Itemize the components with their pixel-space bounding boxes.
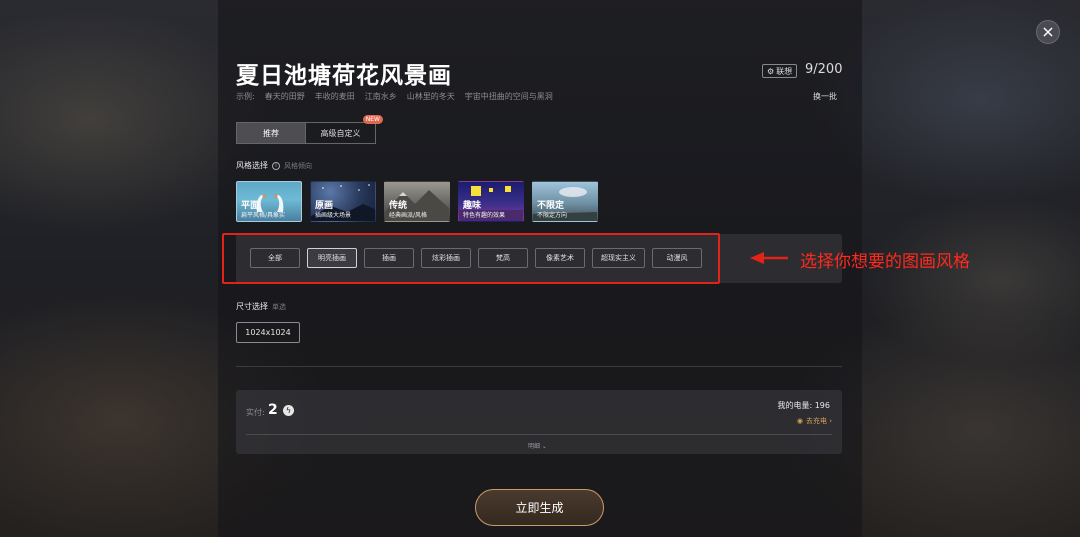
charge-link[interactable]: ◉ 去充电 › [797,416,832,426]
style-card-desc: 经典画派/风格 [389,212,428,219]
generate-button[interactable]: 立即生成 [475,489,604,526]
my-power: 我的电量: 196 [777,401,830,410]
cost-label: 实付: [246,408,265,417]
style-card-flat[interactable]: 平面 扁平风格/具象实 [236,181,302,222]
style-section-label: 风格选择 i 风格倾向 [236,160,312,171]
example-item[interactable]: 山林里的冬天 [407,91,455,102]
example-prompts: 示例: 春天的田野 丰收的麦田 江南水乡 山林里的冬天 宇宙中扭曲的空间与黑洞 [236,91,553,102]
size-sub-label: 单选 [272,302,286,311]
example-item[interactable]: 宇宙中扭曲的空间与黑洞 [465,91,553,102]
example-item[interactable]: 江南水乡 [365,91,397,102]
tab-recommend-label: 推荐 [263,128,279,138]
style-cards: 平面 扁平风格/具象实 原画 插画级大场景 传统 经典画派/风格 趣味 特色有趣… [236,181,598,222]
charge-link-label: 去充电 › [805,417,832,425]
close-icon [1043,27,1053,37]
example-item[interactable]: 春天的田野 [265,91,305,102]
info-icon[interactable]: i [272,161,280,170]
annotation-arrow-icon [750,252,788,264]
size-label: 尺寸选择 [236,302,268,311]
cost-value: 2 [268,402,278,418]
prompt-title[interactable]: 夏日池塘荷花风景画 [236,56,452,90]
cost-divider [246,434,832,435]
size-section-label: 尺寸选择 单选 [236,301,286,312]
style-card-desc: 特色有趣的效果 [463,212,506,219]
style-card-concept[interactable]: 原画 插画级大场景 [310,181,376,222]
style-card-desc: 扁平风格/具象实 [241,212,286,219]
style-sub-label: 风格倾向 [284,161,312,170]
badge-icon: ⚙ [767,66,775,76]
tab-advanced-label: 高级自定义 [320,128,361,138]
examples-label: 示例: [236,92,255,101]
lenovo-badge[interactable]: ⚙ 联想 [762,64,798,78]
style-card-fun[interactable]: 趣味 特色有趣的效果 [458,181,524,222]
style-card-desc: 插画级大场景 [315,212,352,219]
annotation-text: 选择你想要的图画风格 [800,252,970,272]
example-item[interactable]: 丰收的麦田 [315,91,355,102]
mode-tabs: 推荐 高级自定义 NEW [236,115,383,144]
style-card-unlimited[interactable]: 不限定 不限定方向 [532,181,598,222]
tab-recommend[interactable]: 推荐 [236,122,306,144]
tab-advanced[interactable]: 高级自定义 NEW [306,115,383,144]
eye-icon: ◉ [796,417,803,425]
size-option-button[interactable]: 1024x1024 [236,322,300,343]
bolt-icon: ϟ [283,405,294,416]
annotation-highlight-box [222,233,720,284]
new-badge: NEW [362,115,383,124]
section-divider [236,366,842,367]
style-label: 风格选择 [236,161,268,170]
generate-button-label: 立即生成 [515,501,564,515]
char-count: 9/200 [805,62,843,77]
lenovo-badge-label: 联想 [776,66,793,76]
refresh-examples-link[interactable]: 换一批 [813,91,837,102]
close-button[interactable] [1036,20,1060,44]
style-card-traditional[interactable]: 传统 经典画派/风格 [384,181,450,222]
style-card-desc: 不限定方向 [537,212,568,219]
details-toggle[interactable]: 明细 ⌄ [528,441,547,450]
